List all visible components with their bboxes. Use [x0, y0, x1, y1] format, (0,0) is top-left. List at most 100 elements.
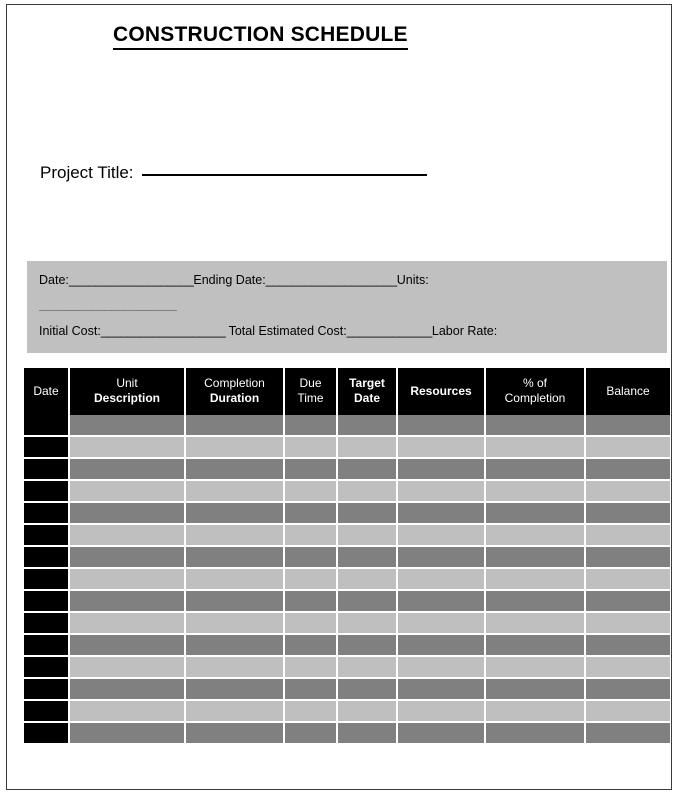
cell-unit-description[interactable] — [70, 679, 186, 701]
cell-completion-duration[interactable] — [186, 415, 285, 437]
cell-target-date[interactable] — [338, 481, 398, 503]
cell-due-time[interactable] — [285, 525, 338, 547]
cell-due-time[interactable] — [285, 701, 338, 723]
cell-date[interactable] — [24, 481, 70, 503]
cell-target-date[interactable] — [338, 415, 398, 437]
cell-resources[interactable] — [398, 415, 486, 437]
cell-target-date[interactable] — [338, 657, 398, 679]
cell-resources[interactable] — [398, 701, 486, 723]
cell-resources[interactable] — [398, 503, 486, 525]
cell-balance[interactable] — [586, 437, 670, 459]
cell-of-completion[interactable] — [486, 481, 586, 503]
cell-completion-duration[interactable] — [186, 437, 285, 459]
cell-of-completion[interactable] — [486, 701, 586, 723]
cell-unit-description[interactable] — [70, 657, 186, 679]
cell-due-time[interactable] — [285, 503, 338, 525]
cell-of-completion[interactable] — [486, 437, 586, 459]
cell-balance[interactable] — [586, 613, 670, 635]
cell-date[interactable] — [24, 657, 70, 679]
cell-unit-description[interactable] — [70, 635, 186, 657]
cell-unit-description[interactable] — [70, 701, 186, 723]
column-header-resources[interactable]: Resources — [398, 368, 486, 415]
cell-completion-duration[interactable] — [186, 701, 285, 723]
cell-completion-duration[interactable] — [186, 525, 285, 547]
cell-completion-duration[interactable] — [186, 613, 285, 635]
cell-unit-description[interactable] — [70, 723, 186, 743]
column-header-unit-description[interactable]: Unit Description — [70, 368, 186, 415]
cell-unit-description[interactable] — [70, 481, 186, 503]
cell-target-date[interactable] — [338, 547, 398, 569]
cell-balance[interactable] — [586, 679, 670, 701]
cell-of-completion[interactable] — [486, 503, 586, 525]
cell-date[interactable] — [24, 547, 70, 569]
cell-target-date[interactable] — [338, 459, 398, 481]
cell-unit-description[interactable] — [70, 415, 186, 437]
cell-resources[interactable] — [398, 547, 486, 569]
cell-of-completion[interactable] — [486, 679, 586, 701]
cell-date[interactable] — [24, 723, 70, 743]
cell-unit-description[interactable] — [70, 591, 186, 613]
column-header-completion-duration[interactable]: Completion Duration — [186, 368, 285, 415]
column-header-target-date[interactable]: Target Date — [338, 368, 398, 415]
total-estimated-cost-fill-line[interactable]: _____________ — [347, 325, 433, 338]
cell-target-date[interactable] — [338, 613, 398, 635]
column-header-of-completion[interactable]: % of Completion — [486, 368, 586, 415]
project-title-write-in-line[interactable] — [141, 174, 427, 176]
cell-target-date[interactable] — [338, 701, 398, 723]
column-header-date[interactable]: Date — [24, 368, 70, 415]
date-fill-line[interactable]: ___________________ — [69, 274, 194, 287]
cell-completion-duration[interactable] — [186, 503, 285, 525]
cell-date[interactable] — [24, 679, 70, 701]
cell-balance[interactable] — [586, 569, 670, 591]
cell-resources[interactable] — [398, 437, 486, 459]
cell-resources[interactable] — [398, 591, 486, 613]
cell-unit-description[interactable] — [70, 569, 186, 591]
cell-unit-description[interactable] — [70, 459, 186, 481]
cell-balance[interactable] — [586, 503, 670, 525]
cell-due-time[interactable] — [285, 679, 338, 701]
cell-date[interactable] — [24, 525, 70, 547]
cell-of-completion[interactable] — [486, 635, 586, 657]
cell-completion-duration[interactable] — [186, 657, 285, 679]
cell-resources[interactable] — [398, 635, 486, 657]
cell-of-completion[interactable] — [486, 613, 586, 635]
cell-unit-description[interactable] — [70, 613, 186, 635]
cell-date[interactable] — [24, 415, 70, 437]
cell-date[interactable] — [24, 459, 70, 481]
cell-completion-duration[interactable] — [186, 547, 285, 569]
cell-unit-description[interactable] — [70, 437, 186, 459]
cell-completion-duration[interactable] — [186, 459, 285, 481]
cell-resources[interactable] — [398, 657, 486, 679]
cell-target-date[interactable] — [338, 591, 398, 613]
cell-due-time[interactable] — [285, 415, 338, 437]
cell-of-completion[interactable] — [486, 525, 586, 547]
cell-balance[interactable] — [586, 415, 670, 437]
cell-resources[interactable] — [398, 723, 486, 743]
cell-due-time[interactable] — [285, 459, 338, 481]
units-fill-line[interactable]: _____________________ — [39, 299, 177, 312]
cell-completion-duration[interactable] — [186, 569, 285, 591]
cell-target-date[interactable] — [338, 569, 398, 591]
cell-balance[interactable] — [586, 701, 670, 723]
cell-date[interactable] — [24, 613, 70, 635]
cell-balance[interactable] — [586, 547, 670, 569]
ending-date-fill-line[interactable]: ____________________ — [266, 274, 397, 287]
cell-target-date[interactable] — [338, 723, 398, 743]
cell-date[interactable] — [24, 437, 70, 459]
cell-due-time[interactable] — [285, 613, 338, 635]
cell-resources[interactable] — [398, 613, 486, 635]
cell-target-date[interactable] — [338, 679, 398, 701]
cell-resources[interactable] — [398, 481, 486, 503]
cell-balance[interactable] — [586, 657, 670, 679]
cell-date[interactable] — [24, 701, 70, 723]
cell-due-time[interactable] — [285, 547, 338, 569]
cell-due-time[interactable] — [285, 657, 338, 679]
cell-resources[interactable] — [398, 569, 486, 591]
cell-balance[interactable] — [586, 525, 670, 547]
cell-due-time[interactable] — [285, 591, 338, 613]
initial-cost-fill-line[interactable]: ___________________ — [101, 325, 226, 338]
cell-of-completion[interactable] — [486, 591, 586, 613]
cell-of-completion[interactable] — [486, 569, 586, 591]
cell-date[interactable] — [24, 635, 70, 657]
cell-date[interactable] — [24, 503, 70, 525]
